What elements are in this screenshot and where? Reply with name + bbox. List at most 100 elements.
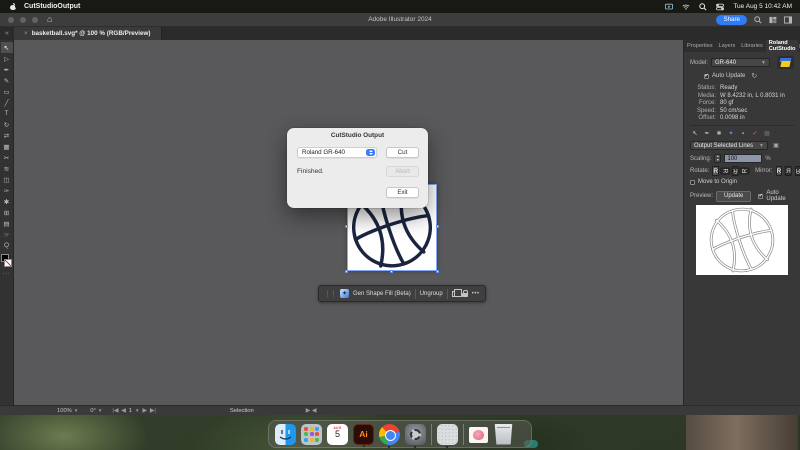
document-tab[interactable]: × basketball.svg* @ 100 % (RGB/Preview) bbox=[14, 27, 162, 40]
close-tab-icon[interactable]: × bbox=[24, 30, 28, 37]
scaling-input[interactable]: 100 bbox=[724, 154, 762, 163]
dock-photo-icon[interactable] bbox=[469, 427, 488, 443]
rotate-0-button[interactable]: R bbox=[712, 166, 719, 176]
dock-finder-icon[interactable] bbox=[275, 424, 296, 445]
check-tool-icon[interactable]: ✔ bbox=[750, 129, 760, 138]
dock-launchpad-icon[interactable] bbox=[301, 424, 322, 445]
mirror-none-button[interactable]: R bbox=[776, 166, 783, 176]
auto-update-checkbox[interactable] bbox=[704, 74, 709, 79]
scaling-stepper[interactable]: ▲▼ bbox=[714, 154, 721, 163]
rotate-270-button[interactable]: R bbox=[740, 168, 750, 175]
output-mode-value: Output Selected Lines bbox=[694, 143, 753, 149]
apple-menu-icon[interactable] bbox=[10, 4, 16, 10]
selection-handle[interactable] bbox=[390, 270, 393, 273]
preview-label: Preview: bbox=[690, 193, 713, 199]
device-select[interactable]: Roland GR-640 bbox=[297, 147, 377, 158]
dock-illustrator-icon[interactable]: Ai bbox=[353, 424, 374, 445]
refresh-icon[interactable]: ↻ bbox=[751, 72, 757, 80]
dock-settings-icon[interactable] bbox=[405, 424, 426, 445]
gen-shape-fill-button[interactable]: Gen Shape Fill (Beta) bbox=[353, 291, 411, 297]
selection-handle[interactable] bbox=[436, 270, 439, 273]
share-button[interactable]: Share bbox=[716, 15, 747, 25]
artboard-tool[interactable]: ◫ bbox=[1, 174, 13, 185]
workspace-switcher-icon[interactable] bbox=[769, 16, 777, 24]
rectangle-tool[interactable]: ▭ bbox=[1, 86, 13, 97]
drag-handle-icon[interactable]: ⋮⋮ bbox=[324, 290, 336, 298]
symbol-tool[interactable]: ⊞ bbox=[1, 207, 13, 218]
wifi-icon[interactable] bbox=[682, 3, 690, 11]
rotation-select[interactable]: 0° ▼ bbox=[90, 408, 102, 414]
screen-mirroring-icon[interactable] bbox=[665, 3, 673, 11]
canvas[interactable]: ⋮⋮ ✦ Gen Shape Fill (Beta) Ungroup ••• bbox=[14, 40, 683, 405]
type-tool[interactable]: T bbox=[1, 108, 13, 119]
selection-handle[interactable] bbox=[436, 225, 439, 228]
menu-bar-clock[interactable]: Tue Aug 5 10:42 AM bbox=[733, 3, 792, 10]
dock-frosted-app-icon[interactable] bbox=[437, 424, 458, 445]
model-select[interactable]: GR-640 ▼ bbox=[711, 58, 770, 67]
update-preview-button[interactable]: Update bbox=[716, 191, 751, 202]
scissors-tool[interactable]: ✂ bbox=[1, 152, 13, 163]
selection-handle[interactable] bbox=[345, 225, 348, 228]
eyedropper-tool[interactable]: ✑ bbox=[1, 185, 13, 196]
dock-calendar-icon[interactable]: AUG 5 bbox=[327, 424, 348, 445]
selection-handle[interactable] bbox=[345, 270, 348, 273]
graph-tool[interactable]: ▤ bbox=[1, 218, 13, 229]
active-app-menu[interactable]: CutStudioOutput bbox=[24, 3, 80, 10]
scale-tool[interactable]: ⇄ bbox=[1, 130, 13, 141]
rotate-90-button[interactable]: R bbox=[720, 168, 730, 175]
direct-selection-tool[interactable]: ▷ bbox=[1, 53, 13, 64]
next-artboard-button[interactable]: ▶ bbox=[142, 408, 146, 414]
edit-toolbar-icon[interactable]: ··· bbox=[3, 271, 11, 277]
search-icon[interactable] bbox=[754, 16, 762, 24]
ungroup-button[interactable]: Ungroup bbox=[420, 291, 443, 297]
curvature-tool[interactable]: ✎ bbox=[1, 75, 13, 86]
mirror-vertical-button[interactable]: R bbox=[795, 166, 800, 176]
copy-icon[interactable] bbox=[452, 291, 458, 297]
last-artboard-button[interactable]: ▶| bbox=[150, 408, 156, 414]
prev-artboard-button[interactable]: ◀ bbox=[121, 408, 125, 414]
grid-tool-icon[interactable]: ▦ bbox=[762, 129, 772, 138]
blend-tool[interactable]: ✱ bbox=[1, 196, 13, 207]
dock-chrome-icon[interactable] bbox=[379, 424, 400, 445]
pen-tool[interactable]: ✒ bbox=[1, 64, 13, 75]
abort-button: Abort bbox=[386, 166, 419, 177]
duplicate-icon[interactable]: ▣ bbox=[771, 141, 781, 150]
panel-toggle-icon[interactable] bbox=[784, 16, 792, 24]
first-artboard-button[interactable]: |◀ bbox=[112, 408, 118, 414]
exit-button[interactable]: Exit bbox=[386, 187, 419, 198]
control-center-icon[interactable] bbox=[716, 3, 724, 11]
square-tool-icon[interactable]: ▪ bbox=[738, 129, 748, 138]
zoom-tool[interactable]: Q bbox=[1, 240, 13, 251]
dock-trash-icon[interactable] bbox=[493, 424, 514, 445]
tab-layers[interactable]: Layers bbox=[716, 40, 739, 52]
move-to-origin-checkbox[interactable] bbox=[690, 180, 695, 185]
lock-icon[interactable] bbox=[462, 293, 468, 298]
line-tool[interactable]: ╱ bbox=[1, 97, 13, 108]
output-mode-select[interactable]: Output Selected Lines ▼ bbox=[690, 141, 768, 150]
more-options-icon[interactable]: ••• bbox=[472, 291, 480, 297]
tab-properties[interactable]: Properties bbox=[684, 40, 716, 52]
magnet-tool-icon[interactable]: ✦ bbox=[726, 129, 736, 138]
shapes-tool-icon[interactable]: ✱ bbox=[714, 129, 724, 138]
rotate-tool[interactable]: ↻ bbox=[1, 119, 13, 130]
artboard-number-select[interactable]: 1 bbox=[129, 408, 132, 414]
tab-libraries[interactable]: Libraries bbox=[738, 40, 765, 52]
selection-tool[interactable]: ↖ bbox=[1, 42, 13, 53]
mirror-horizontal-button[interactable]: R bbox=[785, 166, 792, 176]
tab-roland-cutstudio[interactable]: Roland CutStudio bbox=[766, 40, 799, 52]
width-tool[interactable]: ≋ bbox=[1, 163, 13, 174]
cut-button[interactable]: Cut bbox=[386, 147, 419, 158]
pen-tool-icon[interactable]: ✒ bbox=[702, 129, 712, 138]
rotate-180-button[interactable]: R bbox=[732, 166, 739, 176]
zoom-level-select[interactable]: 100% ▼ bbox=[57, 408, 78, 414]
dialog-title: CutStudio Output bbox=[287, 132, 428, 139]
artboard-navigation: |◀ ◀ 1 ▼ ▶ ▶| bbox=[112, 408, 156, 414]
preview-auto-update-checkbox[interactable] bbox=[758, 194, 763, 199]
select-stepper-icon bbox=[366, 149, 375, 156]
cursor-tool-icon[interactable]: ↖ bbox=[690, 129, 700, 138]
stroke-swatch[interactable] bbox=[4, 259, 12, 267]
spotlight-search-icon[interactable] bbox=[699, 3, 707, 11]
shape-builder-tool[interactable]: ▦ bbox=[1, 141, 13, 152]
tab-collapse-icon[interactable]: « bbox=[0, 27, 14, 40]
hand-tool[interactable]: ☞ bbox=[1, 229, 13, 240]
